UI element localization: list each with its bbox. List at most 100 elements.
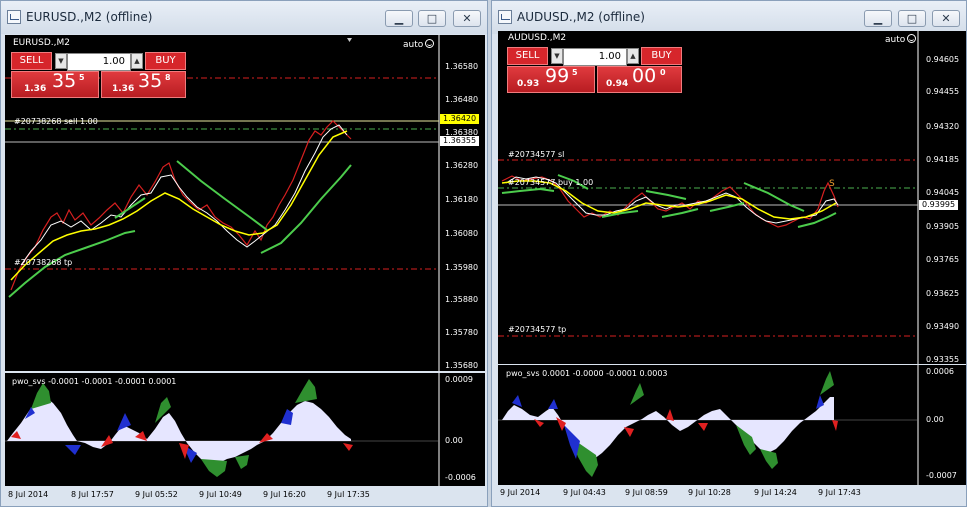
window-audusd[interactable]: AUDUSD.,M2 (offline) ▁ □ ✕ AUDUSD.,M2 au… <box>491 0 967 507</box>
price-tick: 1.36180 <box>445 195 479 204</box>
maximize-button[interactable]: □ <box>418 10 446 27</box>
time-tick: 9 Jul 14:24 <box>754 488 797 497</box>
order-tp-label[interactable]: #20738268 tp <box>14 258 72 267</box>
price-tick: 1.35780 <box>445 328 479 337</box>
titlebar[interactable]: EURUSD.,M2 (offline) ▁ □ ✕ <box>1 1 487 34</box>
window-eurusd[interactable]: EURUSD.,M2 (offline) ▁ □ ✕ EURUSD.,M2 au… <box>0 0 488 507</box>
order-tp-label[interactable]: #20734577 tp <box>508 325 566 334</box>
lot-decrease-button[interactable]: ▼ <box>55 53 67 69</box>
lot-decrease-button[interactable]: ▼ <box>551 48 563 64</box>
buy-price-prefix: 1.36 <box>112 84 135 94</box>
sell-price-pips: 99 <box>545 65 570 87</box>
price-tick: 0.93490 <box>926 322 960 331</box>
time-tick: 9 Jul 05:52 <box>135 490 178 499</box>
lot-increase-button[interactable]: ▲ <box>131 53 143 69</box>
moving-average-green-4 <box>645 190 687 200</box>
price-tick: 0.93905 <box>926 222 960 231</box>
chevron-up-icon: ▲ <box>630 52 636 60</box>
price-tick: 0.94185 <box>926 155 960 164</box>
smiley-icon <box>425 39 435 48</box>
buy-price-prefix: 0.94 <box>606 79 629 89</box>
price-tick: 1.35680 <box>445 361 479 370</box>
indicator-label: pwo_svs -0.0001 -0.0001 -0.0001 0.0001 <box>12 377 177 386</box>
indicator-tick: 0.0009 <box>445 375 473 384</box>
time-tick: 9 Jul 17:35 <box>327 490 370 499</box>
indicator-chart[interactable]: pwo_svs 0.0001 -0.0000 -0.0001 0.0003 0.… <box>498 365 966 485</box>
indicator-tick: 0.00 <box>926 415 944 424</box>
indicator-chart[interactable]: pwo_svs -0.0001 -0.0001 -0.0001 0.0001 0… <box>5 373 485 486</box>
chart-window-icon <box>498 10 512 24</box>
time-tick: 9 Jul 10:49 <box>199 490 242 499</box>
order-open-label[interactable]: #20738268 sell 1.00 <box>14 117 98 126</box>
oscillator-area <box>7 397 351 465</box>
sell-button[interactable]: SELL <box>11 52 52 70</box>
sell-price-button[interactable]: 0.93 99 5 <box>507 65 595 93</box>
price-tick: 0.93355 <box>926 355 960 364</box>
indicator-tick: -0.0006 <box>445 473 476 482</box>
indicator-chart-canvas <box>5 373 440 486</box>
time-tick: 9 Jul 17:43 <box>818 488 861 497</box>
buy-price-button[interactable]: 1.36 35 8 <box>101 70 186 98</box>
price-tick: 0.93625 <box>926 289 960 298</box>
price-chart[interactable]: EURUSD.,M2 auto SELL ▼ 1.00 ▲ BUY 1.36 3… <box>5 35 485 371</box>
price-tick: 0.94045 <box>926 188 960 197</box>
titlebar[interactable]: AUDUSD.,M2 (offline) ▁ □ ✕ <box>492 1 966 34</box>
minimize-button[interactable]: ▁ <box>864 10 892 27</box>
auto-label: auto <box>885 35 906 45</box>
buy-price-fraction: 0 <box>660 68 666 77</box>
time-tick: 9 Jul 08:59 <box>625 488 668 497</box>
sell-price-fraction: 5 <box>79 73 85 82</box>
chevron-up-icon: ▲ <box>134 57 140 65</box>
autotrading-status[interactable]: auto <box>885 34 917 45</box>
buy-button[interactable]: BUY <box>145 52 186 70</box>
minimize-button[interactable]: ▁ <box>385 10 413 27</box>
ask-price-box: 1.36420 <box>440 114 480 124</box>
price-series-white <box>20 124 348 266</box>
order-open-label[interactable]: #20734577 buy 1.00 <box>508 178 593 187</box>
moving-average-green <box>501 187 555 194</box>
buy-price-button[interactable]: 0.94 00 0 <box>597 65 682 93</box>
sell-price-fraction: 5 <box>572 68 578 77</box>
sell-price-prefix: 0.93 <box>517 79 540 89</box>
window-title: AUDUSD.,M2 (offline) <box>517 10 645 24</box>
sell-price-button[interactable]: 1.36 35 5 <box>11 70 99 98</box>
lot-increase-button[interactable]: ▲ <box>627 48 639 64</box>
sell-price-pips: 35 <box>52 70 77 92</box>
price-tick: 0.94455 <box>926 87 960 96</box>
price-tick: 0.94605 <box>926 55 960 64</box>
order-sl-label[interactable]: #20734577 sl <box>508 150 564 159</box>
moving-average-green-3 <box>176 160 268 231</box>
price-chart[interactable]: AUDUSD.,M2 auto SELL ▼ 1.00 ▲ BUY 0.93 9… <box>498 31 966 364</box>
moving-average-green-8 <box>797 212 837 228</box>
price-tick: 1.36480 <box>445 95 479 104</box>
chevron-down-icon: ▼ <box>554 52 560 60</box>
time-tick: 9 Jul 16:20 <box>263 490 306 499</box>
sl-marker: S <box>829 179 835 189</box>
buy-price-fraction: 8 <box>165 73 171 82</box>
bid-price-box: 0.93995 <box>919 200 959 210</box>
price-tick: 0.94320 <box>926 122 960 131</box>
price-tick: 1.36580 <box>445 62 479 71</box>
indicator-tick: 0.0006 <box>926 367 954 376</box>
bid-price-box: 1.36355 <box>440 136 480 146</box>
smiley-icon <box>907 34 917 43</box>
buy-price-pips: 35 <box>138 70 163 92</box>
lot-size-input[interactable]: 1.00 <box>563 48 627 66</box>
indicator-label: pwo_svs 0.0001 -0.0000 -0.0001 0.0003 <box>506 369 668 378</box>
price-tick: 1.36080 <box>445 229 479 238</box>
autotrading-status[interactable]: auto <box>403 39 435 50</box>
time-tick: 8 Jul 2014 <box>8 490 49 499</box>
buy-button[interactable]: BUY <box>641 47 682 65</box>
indicator-tick: -0.0007 <box>926 471 957 480</box>
close-button[interactable]: ✕ <box>932 10 960 27</box>
time-tick: 9 Jul 04:43 <box>563 488 606 497</box>
sell-button[interactable]: SELL <box>507 47 548 65</box>
buy-price-pips: 00 <box>632 65 657 87</box>
symbol-label: AUDUSD.,M2 <box>508 33 567 43</box>
moving-average-green-6 <box>709 202 745 212</box>
lot-size-input[interactable]: 1.00 <box>67 53 131 71</box>
time-tick: 9 Jul 10:28 <box>688 488 731 497</box>
maximize-button[interactable]: □ <box>898 10 926 27</box>
close-button[interactable]: ✕ <box>453 10 481 27</box>
price-tick: 1.35980 <box>445 263 479 272</box>
